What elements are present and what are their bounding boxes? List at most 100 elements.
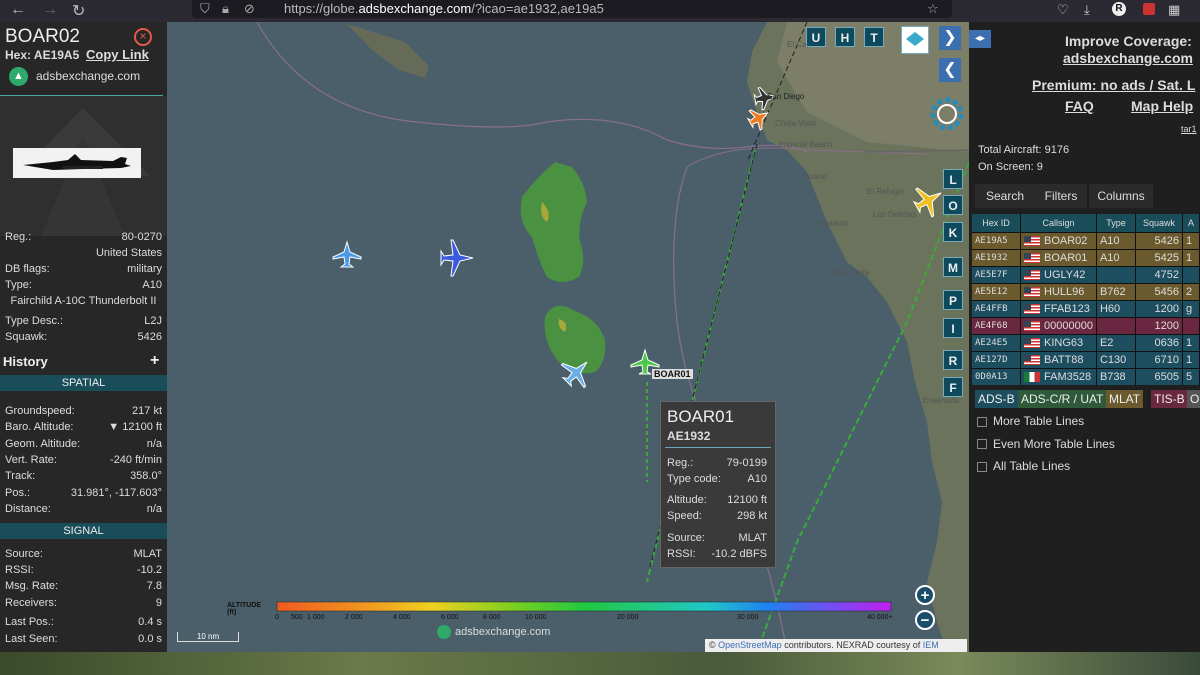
source-filter-button[interactable]: TIS-B [1151,390,1188,408]
map-button-r[interactable]: R [943,350,963,370]
aircraft-photo[interactable] [13,148,141,178]
source-filter-button[interactable]: MLAT [1106,390,1144,408]
cell-type [1096,317,1136,335]
map-button-m[interactable]: M [943,257,963,277]
checkbox-box[interactable] [977,461,987,472]
cell-altitude: 5 [1182,368,1200,385]
source-filter-button[interactable]: O [1187,390,1200,408]
map-button-i[interactable]: I [943,318,963,338]
tab-search[interactable]: Search [975,184,1035,208]
tab-columns[interactable]: Columns [1089,184,1153,208]
tar-link[interactable]: tar1 [1181,124,1197,134]
table-row[interactable]: AE19A5 BOAR02 A10 5426 1 [972,232,1200,250]
altitude-tick: 10 000 [525,614,547,621]
map-button-p[interactable]: P [943,290,963,310]
forward-icon[interactable]: → [42,1,58,19]
tab-filters[interactable]: Filters [1035,184,1087,208]
callsign-text: BATT88 [1044,354,1084,366]
flag-us-icon [1024,287,1040,298]
table-row[interactable]: AE4F68 00000000 1200 [972,317,1200,335]
extension-icon[interactable] [1143,3,1155,15]
table-row[interactable]: AE5E12 HULL96 B762 5456 2 [972,283,1200,301]
pocket-icon[interactable]: ♡ [1057,2,1069,18]
shield-icon[interactable]: ⛉ [200,1,210,17]
map-button-t[interactable]: T [864,27,884,47]
map-button-o[interactable]: O [943,195,963,215]
info-value: Fairchild A-10C Thunderbolt II [10,295,157,307]
extensions-icon[interactable]: ▦ [1168,2,1180,18]
table-row[interactable]: AE1932 BOAR01 A10 5425 1 [972,249,1200,267]
map-help-link[interactable]: Map Help [1131,98,1193,114]
layers-icon[interactable] [901,26,929,54]
signal-header[interactable]: SIGNAL [0,523,167,539]
map-button-l[interactable]: L [943,169,963,189]
table-row[interactable]: AE127D BATT88 C130 6710 1 [972,351,1200,369]
address-bar[interactable]: ⛉ 🔒︎ ⊘ https://globe.adsbexchange.com/?i… [192,0,952,18]
column-header[interactable]: A [1182,214,1200,233]
map-button-u[interactable]: U [806,27,826,47]
close-icon[interactable]: × [134,28,152,46]
site-link[interactable]: adsbexchange.com [1063,50,1193,66]
column-header[interactable]: Hex ID [972,214,1021,233]
history-label[interactable]: History [3,354,48,369]
map-button-f[interactable]: F [943,377,963,397]
faq-link[interactable]: FAQ [1065,98,1094,114]
cell-callsign: FFAB123 [1020,300,1097,318]
source-filter-button[interactable]: ADS-B [975,390,1018,408]
copy-link-button[interactable]: Copy Link [86,47,149,62]
info-value: 5426 [137,331,162,343]
table-row[interactable]: AE5E7F UGLY42 4752 [972,266,1200,284]
table-row[interactable]: AE4FFB FFAB123 H60 1200 g [972,300,1200,318]
map-place-label: Tijuana [801,172,827,181]
column-header[interactable]: Type [1096,214,1136,233]
table-lines-checkbox[interactable]: All Table Lines [977,459,1070,473]
zoom-out-button[interactable]: − [915,610,935,630]
map-button-h[interactable]: H [835,27,855,47]
osm-link[interactable]: OpenStreetMap [718,640,782,650]
boar01-map-label[interactable]: BOAR01 [652,369,693,379]
table-lines-checkbox[interactable]: Even More Table Lines [977,437,1115,451]
expand-panel-arrow-icon[interactable]: ❯ [939,26,961,50]
table-lines-checkbox[interactable]: More Table Lines [977,414,1084,428]
permissions-icon[interactable]: ⊘ [244,1,255,17]
column-header[interactable]: Callsign [1020,214,1097,233]
back-icon[interactable]: ← [10,1,26,19]
cell-type: B738 [1096,368,1136,385]
popup-key: Speed: [667,510,702,522]
cell-altitude: 1 [1182,232,1200,250]
cell-squawk: 6505 [1135,368,1183,385]
iem-link[interactable]: IEM [923,640,939,650]
table-row[interactable]: 0D0A13 FAM3528 B738 6505 5 [972,368,1200,385]
collapse-panel-arrow-icon[interactable]: ❮ [939,58,961,82]
cell-hex: AE1932 [972,249,1021,267]
cell-altitude: g [1182,300,1200,318]
lock-icon[interactable]: 🔒︎ [222,1,229,17]
map-button-k[interactable]: K [943,222,963,242]
popup-hex: AE1932 [667,429,711,443]
cell-type [1096,266,1136,284]
settings-gear-icon[interactable] [927,94,967,134]
bookmark-star-icon[interactable]: ☆ [927,1,939,17]
reload-icon[interactable]: ↻ [72,1,85,21]
zoom-in-button[interactable]: + [915,585,935,605]
scale-bar: 10 nm [177,632,239,642]
expand-history-icon[interactable]: + [150,352,159,370]
map-canvas[interactable]: El Cajon Chula Vista Imperial Beach Tijuana… [167,22,969,652]
altitude-legend-title: ALTITUDE (ft) [227,602,262,616]
toggle-panel-button[interactable]: ◂▸ [969,30,991,48]
source-filter-button[interactable]: ADS-C/R / UAT [1018,390,1107,408]
aircraft-marker-blue-light [332,240,362,268]
popup-key: Type code: [667,473,721,485]
checkbox-box[interactable] [977,416,987,427]
table-row[interactable]: AE24E5 KING63 E2 0636 1 [972,334,1200,352]
premium-link[interactable]: Premium: no ads / Sat. L [1032,77,1195,93]
column-header[interactable]: Squawk [1135,214,1183,233]
total-aircraft: Total Aircraft: 9176 [978,144,1070,156]
popup-value: MLAT [738,532,767,544]
spatial-header[interactable]: SPATIAL [0,375,167,391]
profile-avatar[interactable]: R [1112,2,1126,16]
checkbox-box[interactable] [977,439,987,450]
download-icon[interactable]: ⤓ [1084,2,1090,18]
source-site-link[interactable]: adsbexchange.com [36,69,140,83]
altitude-tick: 40 000+ [867,614,893,621]
